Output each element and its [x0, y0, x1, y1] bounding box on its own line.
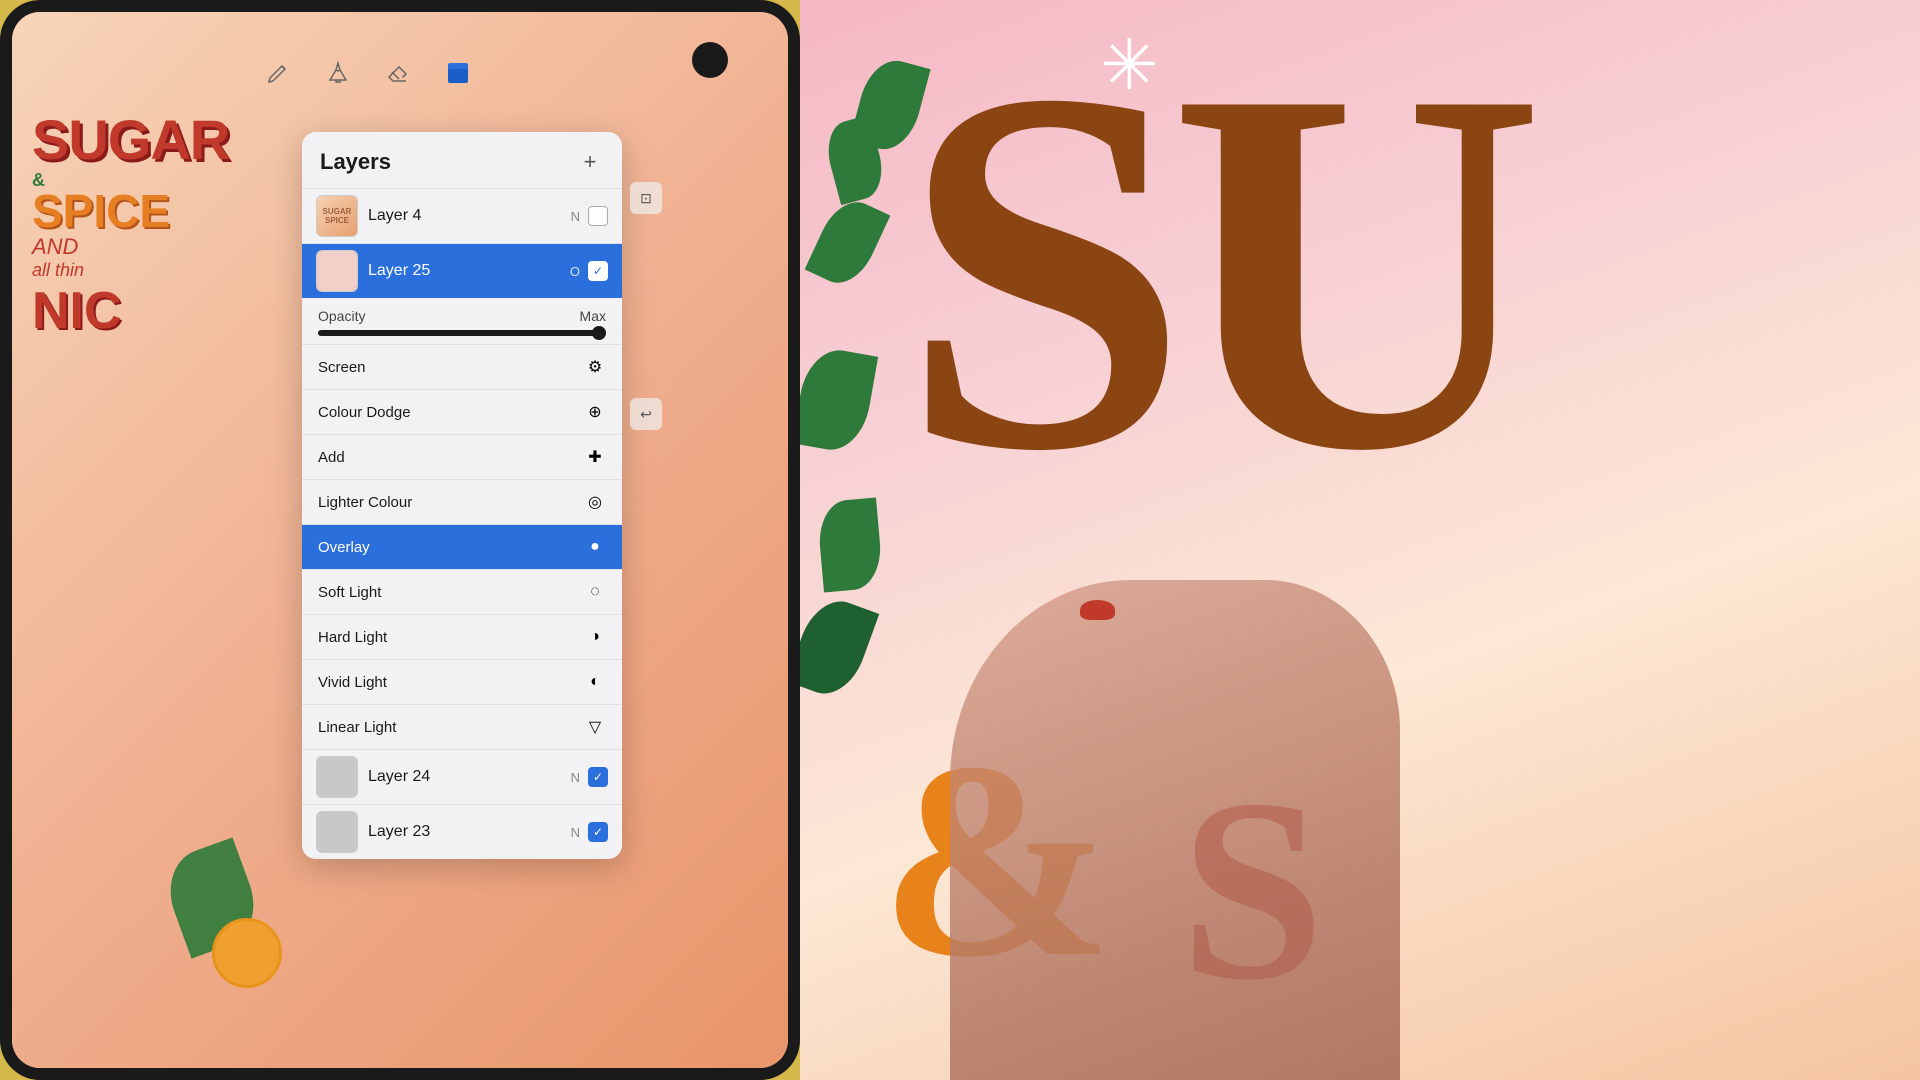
- add-layer-button[interactable]: +: [576, 148, 604, 176]
- layers-title: Layers: [320, 149, 391, 175]
- blend-mode-add[interactable]: Add ✚: [302, 435, 622, 479]
- blend-mode-screen[interactable]: Screen ⚙: [302, 345, 622, 389]
- linear-light-label: Linear Light: [318, 719, 396, 736]
- orange-fruit: [212, 918, 282, 988]
- linear-light-icon: ▽: [584, 716, 606, 738]
- layer23-thumbnail: [316, 811, 358, 853]
- colour-dodge-icon: ⊕: [584, 401, 606, 423]
- layer23-mode: N: [571, 825, 580, 840]
- right-canvas-area: ✳ SU & S: [800, 0, 1920, 1080]
- layer4-thumbnail: SUGARSPICE: [316, 195, 358, 237]
- lighter-colour-label: Lighter Colour: [318, 494, 412, 511]
- blend-mode-lighter-colour[interactable]: Lighter Colour ◎: [302, 480, 622, 524]
- add-label: Add: [318, 449, 345, 466]
- opacity-slider[interactable]: [318, 330, 606, 336]
- opacity-fill: [318, 330, 606, 336]
- layer25-mode: O: [570, 264, 580, 279]
- layers-panel: Layers + SUGARSPICE Layer 4 N Layer 25: [302, 132, 622, 859]
- undo-button[interactable]: ↩: [630, 398, 662, 430]
- blend-mode-hard-light[interactable]: Hard Light ◑: [302, 615, 622, 659]
- vivid-light-icon: ◐: [584, 671, 606, 693]
- pencil-icon[interactable]: [262, 57, 294, 89]
- lighter-colour-icon: ◎: [584, 491, 606, 513]
- layer24-mode: N: [571, 770, 580, 785]
- camera-dot: [692, 42, 728, 78]
- blend-mode-overlay[interactable]: Overlay ●: [302, 525, 622, 569]
- blend-mode-colour-dodge[interactable]: Colour Dodge ⊕: [302, 390, 622, 434]
- spice-text: SPICE: [32, 188, 302, 234]
- layer4-checkbox[interactable]: [588, 206, 608, 226]
- vivid-light-label: Vivid Light: [318, 674, 387, 691]
- layer4-mode: N: [571, 209, 580, 224]
- selection-button[interactable]: ⊡: [630, 182, 662, 214]
- layer24-checkbox[interactable]: [588, 767, 608, 787]
- leaf-mid-left: [805, 192, 891, 292]
- layer-item[interactable]: SUGARSPICE Layer 4 N: [302, 189, 622, 243]
- layer24-name: Layer 24: [368, 768, 571, 786]
- overlay-icon: ●: [584, 536, 606, 558]
- toolbar: [262, 57, 474, 89]
- layer25-thumbnail: [316, 250, 358, 292]
- layer24-item[interactable]: Layer 24 N: [302, 750, 622, 804]
- leaf-lower-left: [816, 498, 884, 593]
- add-icon: ✚: [584, 446, 606, 468]
- soft-light-label: Soft Light: [318, 584, 381, 601]
- colour-dodge-label: Colour Dodge: [318, 404, 411, 421]
- blend-mode-soft-light[interactable]: Soft Light ◌: [302, 570, 622, 614]
- blend-mode-linear-light[interactable]: Linear Light ▽: [302, 705, 622, 749]
- tablet-device: SUGAR & SPICE AND all thin NIC: [0, 0, 800, 1080]
- leaf-lower-left-2: [800, 592, 879, 704]
- soft-light-icon: ◌: [584, 581, 606, 603]
- layer23-name: Layer 23: [368, 823, 571, 841]
- fingernail: [1080, 600, 1115, 620]
- layer23-checkbox[interactable]: [588, 822, 608, 842]
- layers-panel-icon[interactable]: [442, 57, 474, 89]
- screen-label: Screen: [318, 359, 366, 376]
- eraser-icon[interactable]: [382, 57, 414, 89]
- layer23-item[interactable]: Layer 23 N: [302, 805, 622, 859]
- tablet-screen: SUGAR & SPICE AND all thin NIC: [12, 12, 788, 1068]
- screen-icon: ⚙: [584, 356, 606, 378]
- hand-overlay: [950, 580, 1400, 1080]
- all-things-text: all thin: [32, 260, 302, 281]
- opacity-value: Max: [580, 308, 606, 324]
- opacity-row: Opacity Max: [318, 308, 606, 324]
- layer25-checkbox[interactable]: [588, 261, 608, 281]
- layer25-name: Layer 25: [368, 262, 570, 280]
- and-text: AND: [32, 234, 302, 260]
- leaf-mid-left-2: [800, 345, 878, 456]
- nice-text: NIC: [32, 281, 302, 341]
- right-side-buttons: ⊡ ↩: [630, 182, 662, 430]
- opacity-thumb[interactable]: [592, 326, 606, 340]
- blend-mode-vivid-light[interactable]: Vivid Light ◐: [302, 660, 622, 704]
- hard-light-icon: ◑: [584, 626, 606, 648]
- layer24-thumbnail: [316, 756, 358, 798]
- opacity-label: Opacity: [318, 308, 365, 324]
- hard-light-label: Hard Light: [318, 629, 387, 646]
- opacity-section: Opacity Max: [302, 298, 622, 344]
- layer25-item[interactable]: Layer 25 O: [302, 244, 622, 298]
- layers-header: Layers +: [302, 132, 622, 188]
- layer4-name: Layer 4: [368, 207, 571, 225]
- ink-pen-icon[interactable]: [322, 57, 354, 89]
- canvas-artwork: SUGAR & SPICE AND all thin NIC: [32, 112, 302, 341]
- overlay-label: Overlay: [318, 539, 370, 556]
- large-su-text: SU: [900, 50, 1525, 492]
- sugar-text: SUGAR: [32, 112, 302, 168]
